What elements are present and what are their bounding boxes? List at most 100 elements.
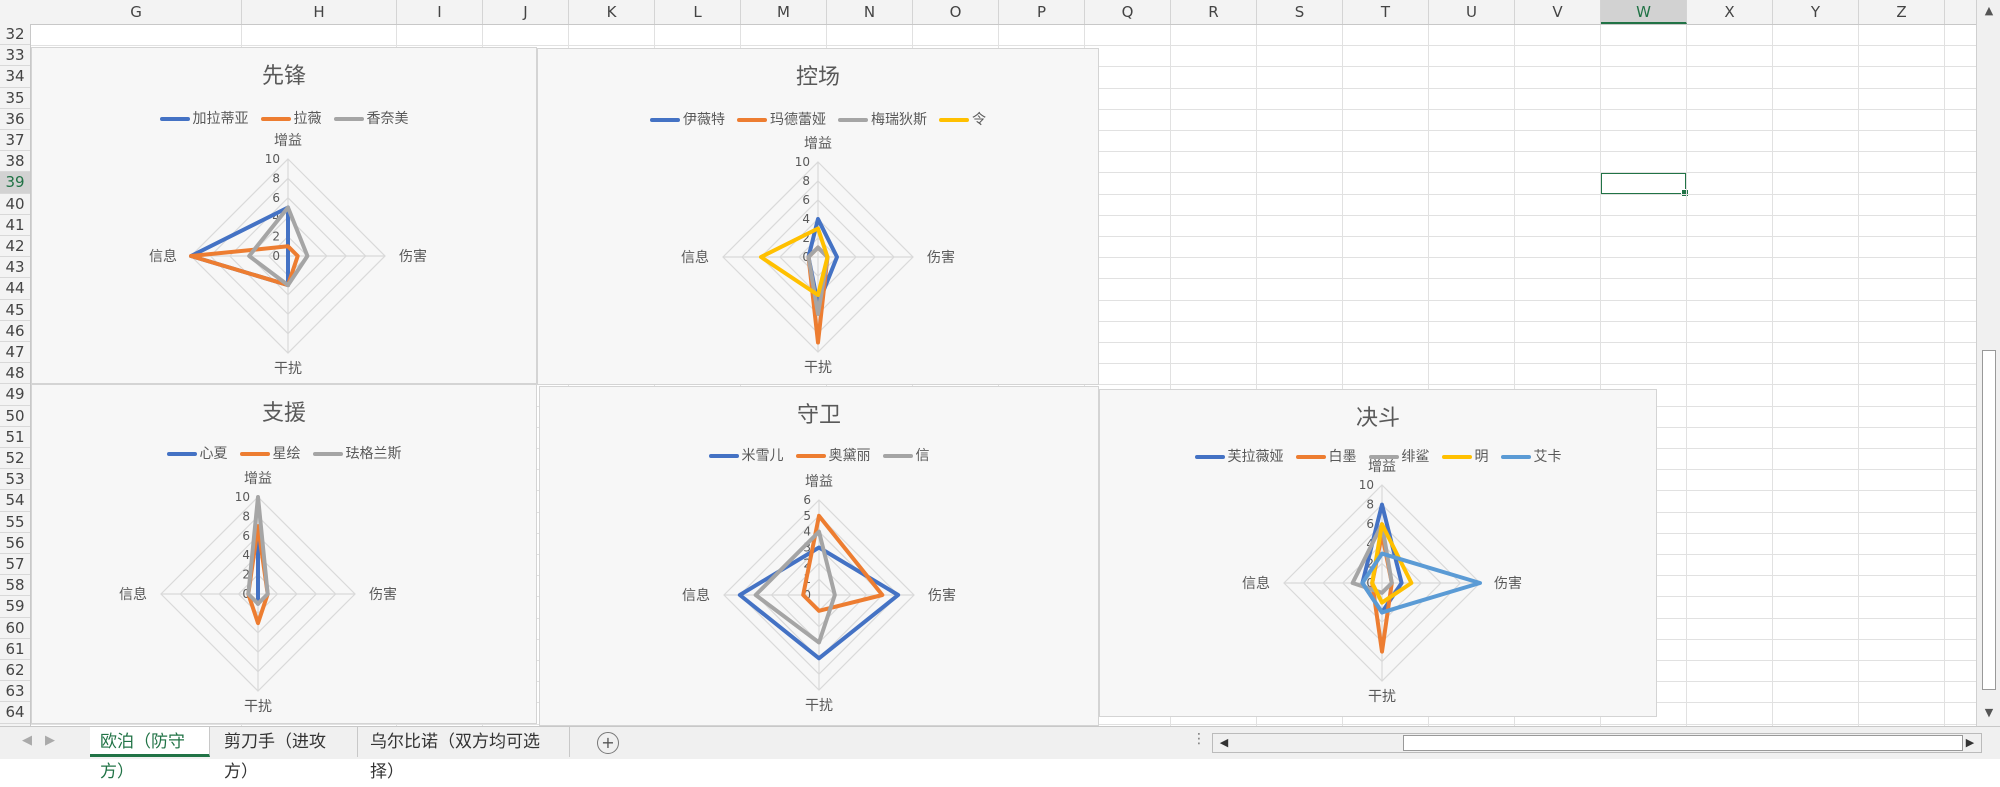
sheet-tab[interactable]: 剪刀手（进攻方） [214,727,358,782]
column-header-i[interactable]: I [397,0,483,24]
row-header-60[interactable]: 60 [0,618,30,639]
row-header-44[interactable]: 44 [0,278,30,300]
row-header-51[interactable]: 51 [0,427,30,448]
radar-tick-label: 10 [265,152,280,166]
radar-tick-label: 4 [242,548,250,562]
column-header-u[interactable]: U [1429,0,1515,24]
row-header-62[interactable]: 62 [0,660,30,682]
radar-tick-label: 10 [795,155,810,169]
horizontal-scrollbar[interactable]: ◀ ▶ [1212,733,1982,753]
column-header-r[interactable]: R [1171,0,1257,24]
chart-support[interactable]: 支援 心夏 星绘 珐格兰斯 0 2 4 6 8 10 增益 伤害 干扰 信息 [31,384,537,724]
column-header-x[interactable]: X [1687,0,1773,24]
row-header-58[interactable]: 58 [0,575,30,597]
row-header-57[interactable]: 57 [0,554,30,576]
column-header-z[interactable]: Z [1859,0,1945,24]
row-header-33[interactable]: 33 [0,45,30,67]
row-header-43[interactable]: 43 [0,257,30,279]
radar-tick-label: 8 [272,171,280,185]
more-options-icon[interactable]: ⋮ [1192,731,1206,747]
radar-tick-label: 2 [272,230,280,244]
scroll-down-arrow-icon[interactable]: ▼ [1980,704,1998,722]
row-header-46[interactable]: 46 [0,321,30,342]
chart-vanguard[interactable]: 先锋 加拉蒂亚 拉薇 香奈美 0 2 4 6 8 10 增益 伤害 干扰 信息 [31,47,537,384]
next-sheet-arrow-icon[interactable]: ▶ [45,733,55,748]
row-header-45[interactable]: 45 [0,300,30,321]
column-header-y[interactable]: Y [1773,0,1859,24]
row-header-52[interactable]: 52 [0,448,30,470]
row-header-bar: 32 33 34 35 36 37 38 39 40 41 42 43 44 45 46 47 48 49 50 51… [0,24,31,726]
sheet-tab[interactable]: 乌尔比诺（双方均可选择） [360,727,570,782]
row-header-48[interactable]: 48 [0,363,30,385]
row-header-61[interactable]: 61 [0,639,30,660]
row-header-37[interactable]: 37 [0,130,30,152]
radar-axis-label: 信息 [149,248,177,265]
radar-tick-label: 8 [242,509,250,523]
column-header-v[interactable]: V [1515,0,1601,24]
vertical-scrollbar[interactable]: ▲ ▼ [1976,0,2000,726]
radar-axis-label: 增益 [804,136,832,152]
row-header-64[interactable]: 64 [0,702,30,724]
scroll-right-arrow-icon[interactable]: ▶ [1961,734,1979,752]
add-sheet-icon[interactable]: + [597,732,619,754]
radar-plot: 0246810增益伤害干扰信息 [1242,459,1522,705]
column-header-k[interactable]: K [569,0,655,24]
row-header-54[interactable]: 54 [0,490,30,512]
row-header-56[interactable]: 56 [0,533,30,554]
prev-sheet-arrow-icon[interactable]: ◀ [22,733,32,748]
row-header-50[interactable]: 50 [0,406,30,427]
column-header-g[interactable]: G [31,0,242,24]
column-header-l[interactable]: L [655,0,741,24]
chart-duel[interactable]: 决斗 芙拉薇娅 白墨 绯鲨明艾卡 0 2 4 6 8 10 增益 伤害 干扰 信息 [1099,389,1657,717]
row-header-59[interactable]: 59 [0,596,30,618]
row-header-53[interactable]: 53 [0,469,30,491]
row-header-40[interactable]: 40 [0,194,30,215]
column-header-p[interactable]: P [999,0,1085,24]
radar-axis-label: 信息 [682,587,710,604]
radar-axis-label: 伤害 [928,588,956,604]
row-header-32[interactable]: 32 [0,24,30,46]
radar-axis-label: 干扰 [274,361,302,377]
column-header-w[interactable]: W [1601,0,1687,24]
horizontal-scroll-thumb[interactable] [1403,735,1963,751]
row-header-35[interactable]: 35 [0,88,30,109]
radar-axis-label: 信息 [681,249,709,266]
column-header-h[interactable]: H [242,0,397,24]
scroll-up-arrow-icon[interactable]: ▲ [1980,2,1998,20]
radar-tick-label: 8 [802,174,810,188]
radar-axis-label: 增益 [244,471,272,487]
radar-axis-label: 增益 [805,474,833,490]
column-header-q[interactable]: Q [1085,0,1171,24]
row-header-49[interactable]: 49 [0,384,30,406]
scroll-left-arrow-icon[interactable]: ◀ [1215,734,1233,752]
fill-handle[interactable] [1681,188,1689,197]
chart-guard[interactable]: 守卫 米雪儿 奥黛丽信 0 1 2 3 4 5 6 增益 伤害 干扰 信息 [539,386,1099,726]
selected-cell[interactable] [1600,172,1689,197]
row-header-55[interactable]: 55 [0,512,30,533]
radar-tick-label: 6 [272,191,280,205]
column-header-t[interactable]: T [1343,0,1429,24]
column-header-j[interactable]: J [483,0,569,24]
sheet-tab-bar: ◀ ▶ 欧泊（防守方） 剪刀手（进攻方） 乌尔比诺（双方均可选择） + ⋮ ◀ ▶ [0,726,2000,782]
column-header-s[interactable]: S [1257,0,1343,24]
column-header-o[interactable]: O [913,0,999,24]
radar-axis-label: 增益 [274,133,302,149]
row-header-34[interactable]: 34 [0,66,30,88]
sheet-tab[interactable]: 欧泊（防守方） [90,727,210,782]
radar-tick-label: 5 [803,509,811,523]
radar-axis-label: 伤害 [927,250,955,266]
row-header-36[interactable]: 36 [0,109,30,130]
vertical-scroll-thumb[interactable] [1982,350,1996,690]
row-header-63[interactable]: 63 [0,681,30,703]
row-header-41[interactable]: 41 [0,215,30,236]
column-header-m[interactable]: M [741,0,827,24]
chart-control[interactable]: 控场 伊薇特 玛德蕾娅 梅瑞狄斯令 0 2 4 6 8 10 增益 伤害 干扰 信息 [537,48,1099,385]
radar-tick-label: 6 [1366,517,1374,531]
radar-plot: 0123456增益伤害干扰信息 [682,474,956,714]
row-header-38[interactable]: 38 [0,151,30,173]
row-header-42[interactable]: 42 [0,236,30,258]
radar-tick-label: 4 [803,525,811,539]
row-header-39[interactable]: 39 [0,172,30,194]
column-header-n[interactable]: N [827,0,913,24]
row-header-47[interactable]: 47 [0,342,30,364]
